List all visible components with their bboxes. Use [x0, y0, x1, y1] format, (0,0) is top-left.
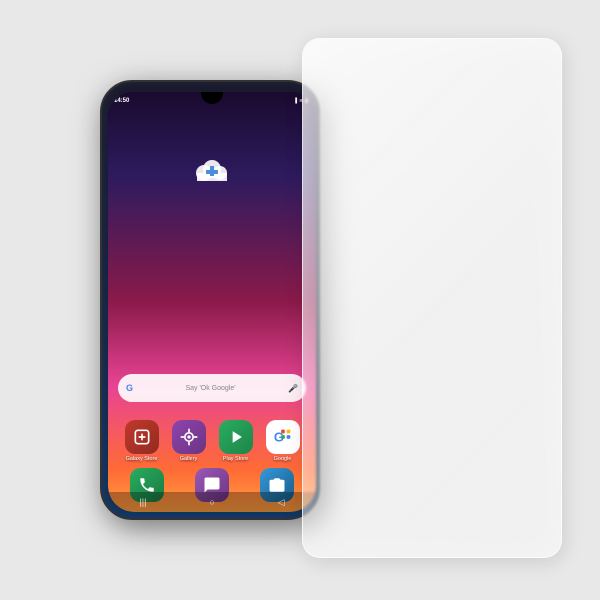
- nav-back[interactable]: ◁: [278, 497, 285, 508]
- scene: 14:50 ▐ ≋ ▮: [0, 0, 600, 600]
- phone: 14:50 ▐ ≋ ▮: [100, 80, 320, 520]
- mic-icon[interactable]: 🎤: [288, 384, 298, 393]
- play-store-icon: [219, 420, 253, 454]
- gallery-icon: [172, 420, 206, 454]
- screen-content: 14:50 ▐ ≋ ▮: [108, 92, 316, 512]
- signal-icon: ▐: [293, 98, 297, 104]
- app-galaxy-store[interactable]: Galaxy Store: [120, 420, 163, 462]
- app-gallery[interactable]: Gallery: [167, 420, 210, 462]
- gallery-label: Gallery: [180, 456, 197, 462]
- glass-protector: [302, 38, 562, 558]
- app-play-store[interactable]: Play Store: [214, 420, 257, 462]
- cloud-icon: [192, 157, 232, 185]
- phone-screen: 14:50 ▐ ≋ ▮: [108, 92, 316, 512]
- google-icon: G: [266, 420, 300, 454]
- phone-body: 14:50 ▐ ≋ ▮: [100, 80, 320, 520]
- app-google[interactable]: G Google: [261, 420, 304, 462]
- galaxy-store-label: Galaxy Store: [126, 456, 158, 462]
- nav-bar: ||| ○ ◁: [108, 492, 316, 512]
- nav-home[interactable]: ○: [209, 497, 214, 507]
- app-grid: Galaxy Store: [116, 420, 308, 462]
- status-time: 14:50: [114, 98, 129, 104]
- nav-recents[interactable]: |||: [139, 497, 146, 507]
- play-store-label: Play Store: [223, 456, 248, 462]
- google-label: Google: [274, 456, 292, 462]
- galaxy-store-icon: [125, 420, 159, 454]
- search-placeholder: Say 'Ok Google': [137, 385, 284, 392]
- glass-shine: [303, 39, 561, 557]
- google-g-logo: G: [126, 383, 133, 393]
- cloud-widget: [192, 157, 232, 185]
- search-bar[interactable]: G Say 'Ok Google' 🎤: [118, 374, 306, 402]
